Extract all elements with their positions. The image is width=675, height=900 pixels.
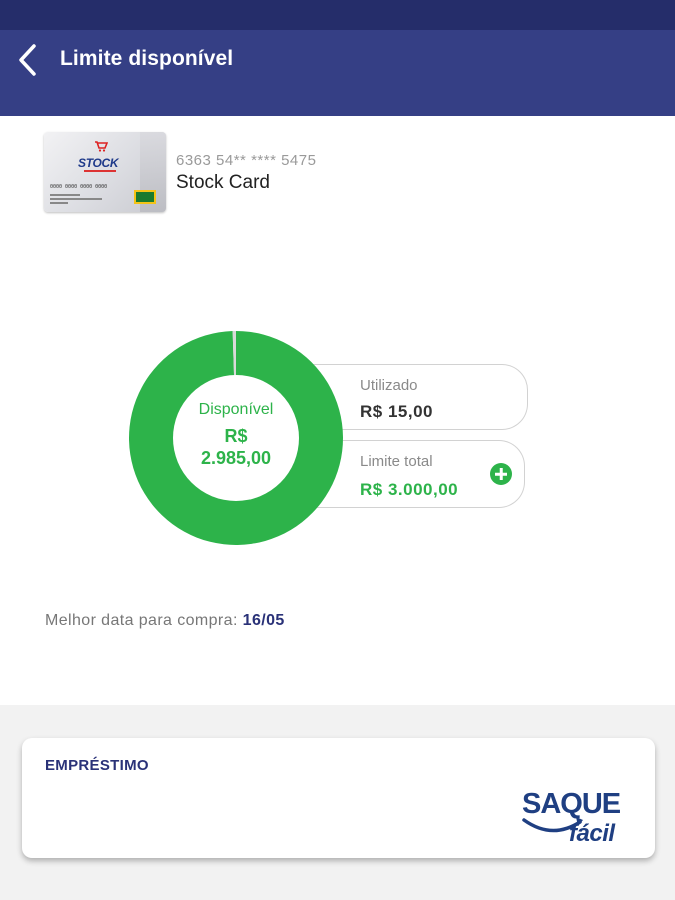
loan-card[interactable]: EMPRÉSTIMO SAQUE fácil <box>22 738 655 858</box>
card-number: 6363 54** **** 5475 <box>176 152 317 169</box>
available-label: Disponível <box>198 401 274 418</box>
page-title: Limite disponível <box>60 47 234 70</box>
card-printed-number: 0000 0000 0000 0000 <box>50 184 108 190</box>
total-label: Limite total <box>360 453 433 470</box>
card-image: STOCK 0000 0000 0000 0000 <box>44 132 166 212</box>
back-button[interactable] <box>10 42 46 78</box>
used-value: R$ 15,00 <box>360 402 433 421</box>
best-date-label: Melhor data para compra: <box>45 612 238 629</box>
donut-center: Disponível R$ 2.985,00 <box>129 331 343 545</box>
loan-title: EMPRÉSTIMO <box>45 757 149 774</box>
available-value: R$ 2.985,00 <box>191 425 281 469</box>
card-brand: STOCK <box>78 156 119 170</box>
card-brand-underline <box>84 170 116 172</box>
limit-chart: Utilizado R$ 15,00 Limite total R$ 3.000… <box>0 320 675 560</box>
card-flag-logo <box>134 190 156 204</box>
card-text-line <box>50 202 68 204</box>
available-amount: 2.985,00 <box>200 448 272 468</box>
saque-facil-logo: SAQUE fácil <box>522 788 632 848</box>
card-header: STOCK 0000 0000 0000 0000 6363 54** ****… <box>44 132 644 212</box>
plus-circle-icon[interactable] <box>490 463 512 485</box>
chevron-left-icon <box>19 44 36 76</box>
best-date-value: 16/05 <box>242 612 285 629</box>
used-label: Utilizado <box>360 377 418 394</box>
card-text-line <box>50 194 80 196</box>
saque-logo-bottom: fácil <box>569 820 615 847</box>
total-value: R$ 3.000,00 <box>360 480 459 499</box>
available-currency: R$ <box>224 426 248 446</box>
bottom-section: EMPRÉSTIMO SAQUE fácil <box>0 705 675 900</box>
app-bar: Limite disponível <box>0 30 675 116</box>
card-text-line <box>50 198 102 200</box>
best-purchase-date: Melhor data para compra: 16/05 <box>45 612 285 630</box>
status-bar <box>0 0 675 30</box>
cart-icon <box>95 141 108 152</box>
card-name: Stock Card <box>176 172 270 193</box>
